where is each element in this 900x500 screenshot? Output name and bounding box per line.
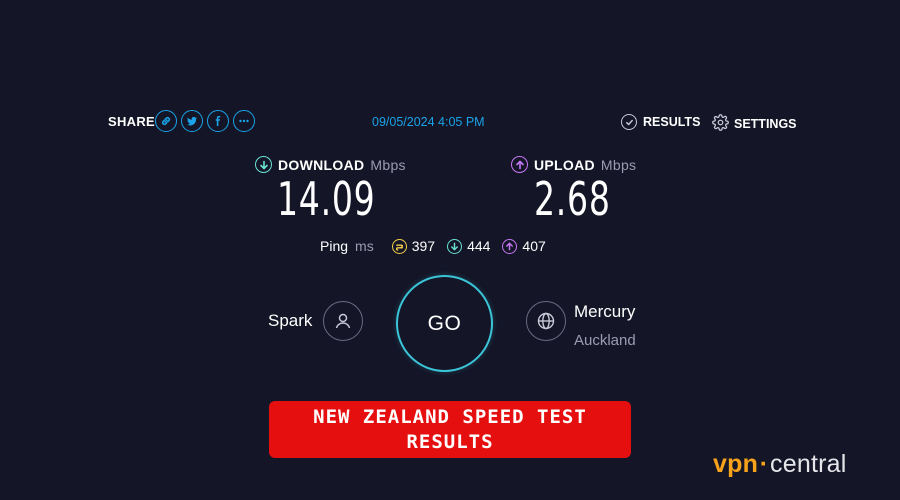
logo-part-vpn: vpn: [713, 450, 759, 478]
download-label: DOWNLOAD: [278, 156, 365, 173]
server-name[interactable]: Mercury: [574, 302, 635, 322]
idle-latency-icon: [391, 238, 407, 254]
download-arrow-icon: [255, 156, 272, 173]
ping-idle-value: 397: [411, 238, 436, 254]
upload-arrow-icon: [511, 156, 528, 173]
upload-unit: Mbps: [600, 156, 637, 173]
title-banner: NEW ZEALAND SPEED TEST RESULTS: [269, 401, 631, 458]
ping-upload: 407: [502, 238, 546, 254]
gear-icon: [712, 114, 729, 134]
server-city[interactable]: Auckland: [574, 332, 636, 349]
check-circle-icon: [621, 114, 637, 130]
download-header: DOWNLOAD Mbps: [255, 156, 406, 173]
share-icons: [155, 110, 255, 132]
ping-label: Ping: [320, 238, 349, 254]
vpncentral-logo: vpn · central: [713, 450, 846, 479]
ping-upload-value: 407: [522, 238, 546, 254]
upload-speed-value: 2.68: [534, 172, 611, 226]
user-icon[interactable]: [323, 301, 363, 341]
ping-row: Ping ms 397 444 407: [320, 238, 558, 254]
results-button[interactable]: RESULTS: [621, 114, 700, 130]
ping-download: 444: [447, 238, 490, 254]
logo-dot-icon: ·: [759, 450, 769, 478]
download-latency-icon: [447, 238, 463, 254]
ping-idle: 397: [391, 238, 436, 254]
link-icon[interactable]: [155, 110, 177, 132]
upload-label: UPLOAD: [534, 156, 595, 173]
settings-label: SETTINGS: [734, 117, 797, 131]
isp-name[interactable]: Spark: [268, 311, 312, 331]
more-icon[interactable]: [233, 110, 255, 132]
upload-header: UPLOAD Mbps: [511, 156, 636, 173]
logo-part-central: central: [770, 450, 847, 478]
results-label: RESULTS: [643, 115, 701, 129]
share-label: SHARE: [108, 114, 156, 129]
download-speed-value: 14.09: [277, 172, 376, 226]
test-timestamp: 09/05/2024 4:05 PM: [372, 115, 485, 129]
download-unit: Mbps: [370, 156, 406, 173]
twitter-icon[interactable]: [181, 110, 203, 132]
facebook-icon[interactable]: [207, 110, 229, 132]
globe-icon[interactable]: [526, 301, 566, 341]
ping-download-value: 444: [467, 238, 491, 254]
ping-unit: ms: [355, 238, 374, 254]
go-button[interactable]: GO: [396, 275, 493, 372]
upload-latency-icon: [502, 238, 518, 254]
settings-button[interactable]: SETTINGS: [712, 114, 797, 134]
